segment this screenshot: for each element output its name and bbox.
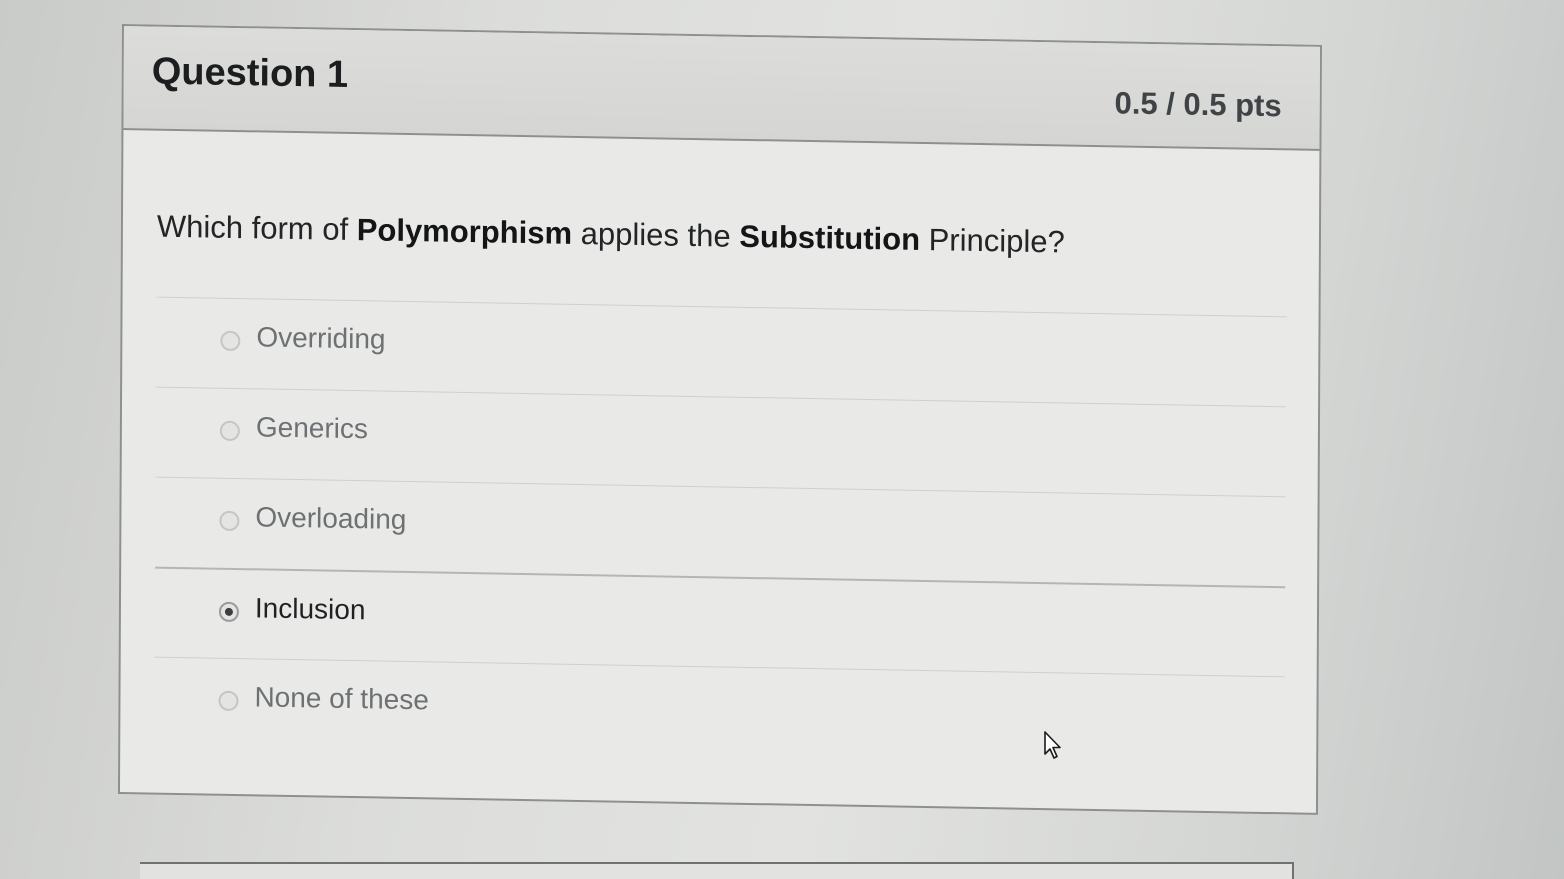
mouse-pointer-icon — [1044, 731, 1061, 759]
answer-label: Overriding — [256, 321, 386, 355]
answer-label: Overloading — [255, 501, 407, 535]
answer-list: Overriding Generics Overloading Inclusio… — [154, 296, 1287, 767]
question-text-part: Which form of — [156, 208, 357, 248]
question-text-part: applies the — [572, 215, 740, 254]
radio-button[interactable] — [219, 510, 240, 532]
radio-button[interactable] — [219, 420, 240, 442]
radio-button[interactable] — [218, 690, 239, 712]
question-header: Question 1 0.5 / 0.5 pts — [123, 26, 1320, 151]
question-title: Question 1 — [151, 50, 349, 96]
answer-label: Generics — [255, 411, 369, 445]
radio-button[interactable] — [220, 330, 241, 352]
next-question-card-edge — [140, 862, 1294, 879]
question-text-bold: Substitution — [739, 218, 921, 257]
question-text: Which form of Polymorphism applies the S… — [157, 209, 1065, 261]
question-text-part: Principle? — [919, 221, 1065, 260]
question-points: 0.5 / 0.5 pts — [1114, 85, 1282, 124]
answer-label: Inclusion — [254, 592, 366, 626]
question-text-bold: Polymorphism — [356, 212, 573, 251]
radio-button-selected[interactable] — [218, 601, 239, 623]
screen: Question 1 0.5 / 0.5 pts Which form of P… — [0, 0, 1564, 879]
answer-label: None of these — [254, 681, 429, 716]
question-card: Question 1 0.5 / 0.5 pts Which form of P… — [117, 24, 1322, 815]
answer-option-none-of-these[interactable]: None of these — [154, 656, 1285, 767]
